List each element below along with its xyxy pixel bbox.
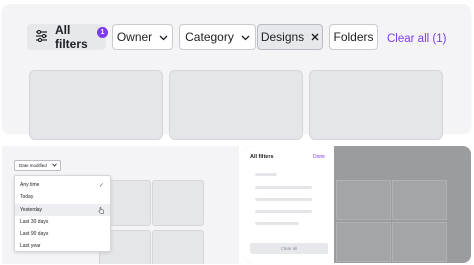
designs-label: Designs [260, 30, 305, 44]
placeholder-line [255, 198, 312, 201]
sidebar-title: All filters [250, 154, 274, 160]
sliders-icon [35, 29, 48, 45]
placeholder-line [255, 222, 299, 225]
clear-all-link[interactable]: Clear all (1) [387, 33, 446, 45]
folders-filter-chip[interactable]: Folders [329, 24, 378, 50]
check-icon: ✓ [98, 183, 104, 189]
placeholder-line [255, 186, 312, 189]
design-thumbnail [336, 180, 391, 220]
filters-sidebar: All filters Done Clear all [244, 146, 334, 263]
menu-item-last-90-days[interactable]: Last 90 days [15, 228, 110, 240]
owner-dropdown[interactable]: Owner [112, 24, 173, 50]
done-button[interactable]: Done [313, 154, 325, 160]
design-thumbnail[interactable] [29, 70, 163, 140]
menu-item-any-time[interactable]: Any time ✓ [15, 179, 110, 191]
owner-label: Owner [116, 30, 153, 44]
date-options-menu: Any time ✓ Today Yesterday Last 30 days … [14, 175, 111, 252]
placeholder-line [255, 173, 277, 176]
folders-label: Folders [333, 30, 374, 44]
design-thumbnail [336, 222, 391, 262]
filters-sidebar-panel: All filters Done Clear all [244, 146, 471, 263]
filter-count-badge: 1 [97, 27, 108, 38]
menu-item-last-year[interactable]: Last year [15, 240, 110, 251]
design-thumbnail[interactable] [152, 230, 204, 264]
date-modified-dropdown[interactable]: Date modified [14, 160, 61, 171]
category-dropdown[interactable]: Category [179, 24, 256, 50]
all-filters-label: All filters [55, 23, 88, 51]
design-thumbnail [392, 222, 447, 262]
chevron-down-icon [159, 30, 168, 44]
pointer-cursor-icon [98, 207, 104, 216]
menu-item-yesterday[interactable]: Yesterday [15, 204, 110, 216]
chevron-down-icon [51, 163, 57, 168]
all-filters-button[interactable]: All filters [27, 23, 106, 51]
category-label: Category [185, 30, 234, 44]
menu-item-last-30-days[interactable]: Last 30 days [15, 216, 110, 228]
designs-filter-chip[interactable]: Designs [257, 24, 323, 50]
design-thumbnail[interactable] [152, 180, 204, 226]
design-thumbnail[interactable] [309, 70, 443, 140]
chevron-down-icon [241, 30, 250, 44]
design-thumbnail [392, 180, 447, 220]
design-thumbnail[interactable] [169, 70, 303, 140]
clear-all-button[interactable]: Clear all [250, 243, 328, 254]
menu-item-today[interactable]: Today [15, 191, 110, 203]
close-icon[interactable] [311, 30, 319, 44]
placeholder-line [255, 210, 312, 213]
date-modified-label: Date modified [19, 163, 47, 168]
